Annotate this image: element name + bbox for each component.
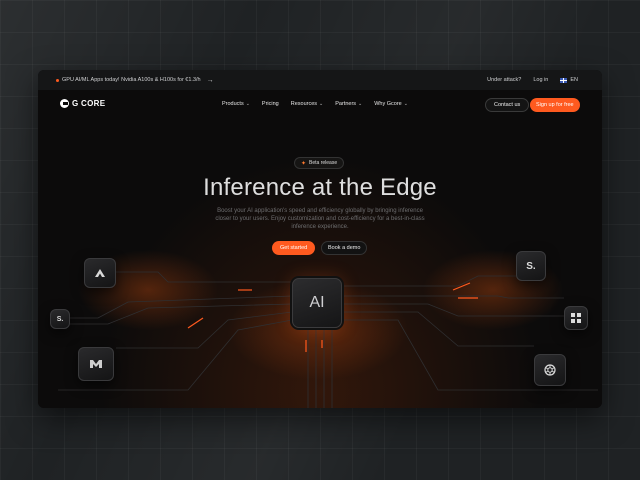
nav-item-partners[interactable]: Partners ⌄ — [335, 101, 362, 107]
promo-link[interactable]: GPU AI/ML Apps today! Nvidia A100s & H10… — [56, 77, 214, 84]
announcement-bar: GPU AI/ML Apps today! Nvidia A100s & H10… — [38, 70, 602, 90]
chevron-down-icon: ⌄ — [403, 101, 408, 107]
nav-label: Partners — [335, 101, 357, 107]
gcore-logo-icon — [60, 99, 69, 108]
sparkle-icon: ✦ — [301, 160, 307, 167]
nav-menu: Products ⌄ Pricing Resources ⌄ Partners ⌄ W… — [222, 101, 408, 107]
hero-title: Inference at the Edge — [203, 174, 437, 201]
nav-item-pricing[interactable]: Pricing — [262, 101, 279, 107]
nav-label: Products — [222, 101, 244, 107]
ai-chip: AI — [292, 278, 342, 328]
language-selector[interactable]: EN — [560, 77, 578, 83]
s-icon-small: S. — [50, 309, 70, 329]
beta-release-badge: ✦ Beta release — [294, 157, 345, 169]
grid-icon — [564, 306, 588, 330]
language-label: EN — [570, 77, 578, 83]
arrow-right-icon: → — [206, 76, 214, 84]
browser-frame: GPU AI/ML Apps today! Nvidia A100s & H10… — [38, 70, 602, 408]
nav-label: Why Gcore — [374, 101, 402, 107]
badge-label: Beta release — [309, 160, 338, 166]
nav-item-why-gcore[interactable]: Why Gcore ⌄ — [374, 101, 408, 107]
login-link[interactable]: Log in — [533, 77, 548, 83]
under-attack-link[interactable]: Under attack? — [487, 77, 521, 83]
s-icon: S. — [516, 251, 546, 281]
openai-icon — [534, 354, 566, 386]
flag-icon — [560, 77, 568, 83]
book-demo-button[interactable]: Book a demo — [321, 241, 368, 255]
gcore-logo[interactable]: G CORE — [60, 99, 105, 108]
topbar-links: Under attack? Log in EN — [487, 77, 578, 83]
contact-us-button[interactable]: Contact us — [485, 98, 530, 112]
chevron-down-icon: ⌄ — [319, 101, 324, 107]
promo-text: GPU AI/ML Apps today! Nvidia A100s & H10… — [62, 77, 201, 83]
sign-up-button[interactable]: Sign up for free — [530, 98, 580, 112]
hero-subtitle: Boost your AI application's speed and ef… — [215, 208, 425, 230]
mistral-icon — [84, 258, 116, 288]
nav-label: Pricing — [261, 101, 279, 107]
chevron-down-icon: ⌄ — [245, 101, 250, 107]
promo-dot-icon — [56, 78, 59, 82]
meta-m-icon — [78, 347, 114, 381]
chevron-down-icon: ⌄ — [358, 101, 363, 107]
nav-item-resources[interactable]: Resources ⌄ — [291, 101, 324, 107]
logo-text: G CORE — [72, 99, 106, 108]
nav-label: Resources — [290, 101, 318, 107]
website: G CORE Products ⌄ Pricing Resources ⌄ Part… — [38, 90, 602, 408]
main-navbar: G CORE Products ⌄ Pricing Resources ⌄ Part… — [38, 90, 602, 120]
get-started-button[interactable]: Get started — [272, 241, 316, 255]
circuit-diagram — [58, 250, 598, 408]
nav-item-products[interactable]: Products ⌄ — [222, 101, 250, 107]
